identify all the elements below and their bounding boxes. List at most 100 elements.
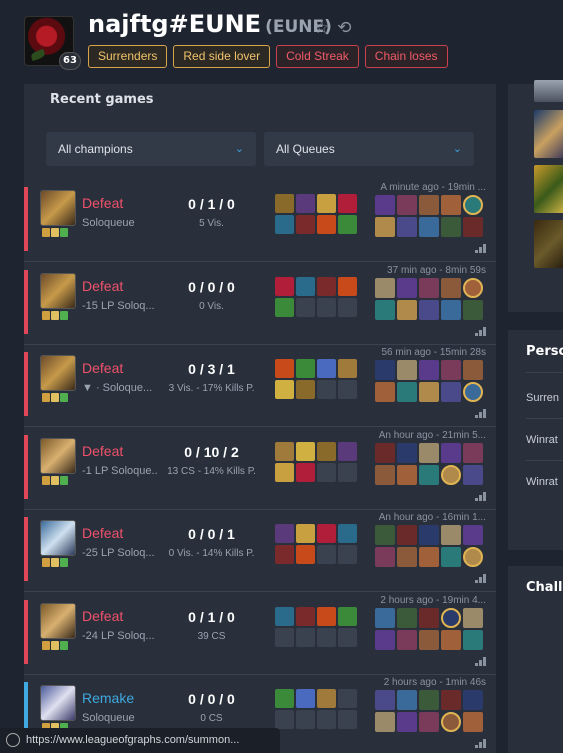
- item-slot[interactable]: [338, 627, 357, 647]
- participant-icon[interactable]: [441, 277, 461, 298]
- item-slot[interactable]: [317, 462, 336, 482]
- champion-filter-select[interactable]: All champions ⌄: [46, 132, 256, 166]
- participant-icon[interactable]: [419, 195, 439, 215]
- participant-icon[interactable]: [419, 442, 439, 463]
- participant-icon[interactable]: [419, 360, 439, 380]
- item-slot[interactable]: [275, 276, 294, 296]
- participant-icon[interactable]: [419, 299, 439, 320]
- participant-icon[interactable]: [375, 547, 395, 567]
- participant-icon[interactable]: [375, 525, 395, 545]
- item-slot[interactable]: [275, 462, 294, 482]
- champion-thumbnail[interactable]: [534, 80, 563, 102]
- queue-filter-select[interactable]: All Queues ⌄: [264, 132, 474, 166]
- participant-icon[interactable]: [375, 464, 395, 485]
- item-slot[interactable]: [296, 710, 315, 729]
- game-row[interactable]: Defeat ▼ · Soloque... 0 / 3 / 1 3 Vis. - 17…: [24, 345, 496, 427]
- star-icon[interactable]: ☆: [314, 18, 329, 38]
- item-slot[interactable]: [275, 297, 294, 317]
- item-slot[interactable]: [275, 359, 294, 378]
- participant-icon[interactable]: [463, 712, 483, 732]
- participant-icon[interactable]: [419, 547, 439, 567]
- participant-icon[interactable]: [375, 360, 395, 380]
- item-slot[interactable]: [275, 606, 294, 626]
- participant-icon[interactable]: [419, 277, 439, 298]
- participant-icon[interactable]: [397, 277, 417, 298]
- participant-icon[interactable]: [441, 299, 461, 320]
- participant-icon[interactable]: [419, 382, 439, 402]
- participant-icon[interactable]: [463, 690, 483, 710]
- item-slot[interactable]: [338, 194, 357, 213]
- champion-thumbnail[interactable]: [534, 220, 563, 268]
- participant-icon[interactable]: [441, 382, 461, 402]
- item-slot[interactable]: [338, 524, 357, 543]
- participant-icon[interactable]: [419, 629, 439, 650]
- item-slot[interactable]: [296, 297, 315, 317]
- participant-icon[interactable]: [463, 299, 483, 320]
- item-slot[interactable]: [296, 380, 315, 399]
- tag-badge[interactable]: Cold Streak: [276, 45, 359, 68]
- game-row[interactable]: Defeat -24 LP Soloq... 0 / 1 / 0 39 CS 2 hou…: [24, 593, 496, 675]
- participant-icon[interactable]: [441, 217, 461, 237]
- participant-icon[interactable]: [441, 195, 461, 215]
- participant-icon[interactable]: [463, 629, 483, 650]
- item-slot[interactable]: [296, 606, 315, 626]
- item-slot[interactable]: [338, 380, 357, 399]
- participant-icon[interactable]: [375, 442, 395, 463]
- participant-icon[interactable]: [397, 712, 417, 732]
- item-slot[interactable]: [338, 462, 357, 482]
- participant-icon[interactable]: [375, 277, 395, 298]
- participant-icon[interactable]: [463, 525, 483, 545]
- item-slot[interactable]: [317, 194, 336, 213]
- champion-avatar[interactable]: [40, 520, 76, 556]
- game-row[interactable]: Defeat -15 LP Soloq... 0 / 0 / 0 0 Vis. 37 m…: [24, 263, 496, 345]
- item-slot[interactable]: [296, 545, 315, 564]
- item-slot[interactable]: [317, 276, 336, 296]
- champion-avatar[interactable]: [40, 685, 76, 721]
- participant-icon[interactable]: [375, 690, 395, 710]
- game-row[interactable]: Defeat -1 LP Soloque... 0 / 10 / 2 13 CS - …: [24, 428, 496, 510]
- participant-icon[interactable]: [463, 195, 483, 215]
- participant-icon[interactable]: [441, 547, 461, 567]
- participant-icon[interactable]: [397, 217, 417, 237]
- participant-icon[interactable]: [419, 525, 439, 545]
- participant-icon[interactable]: [463, 442, 483, 463]
- item-slot[interactable]: [296, 359, 315, 378]
- participant-icon[interactable]: [397, 382, 417, 402]
- champion-avatar[interactable]: [40, 602, 76, 639]
- participant-icon[interactable]: [441, 525, 461, 545]
- participant-icon[interactable]: [441, 690, 461, 710]
- participant-icon[interactable]: [397, 525, 417, 545]
- participant-icon[interactable]: [397, 690, 417, 710]
- item-slot[interactable]: [296, 194, 315, 213]
- item-slot[interactable]: [275, 710, 294, 729]
- participant-icon[interactable]: [463, 382, 483, 402]
- champion-avatar[interactable]: [40, 190, 76, 226]
- item-slot[interactable]: [296, 215, 315, 234]
- item-slot[interactable]: [338, 276, 357, 296]
- participant-icon[interactable]: [397, 547, 417, 567]
- champion-avatar[interactable]: [40, 355, 76, 391]
- participant-icon[interactable]: [463, 277, 483, 298]
- participant-icon[interactable]: [441, 712, 461, 732]
- item-slot[interactable]: [296, 462, 315, 482]
- item-slot[interactable]: [275, 441, 294, 461]
- participant-icon[interactable]: [375, 607, 395, 628]
- game-row[interactable]: Defeat Soloqueue 0 / 1 / 0 5 Vis. A minute a…: [24, 180, 496, 262]
- participant-icon[interactable]: [375, 299, 395, 320]
- participant-icon[interactable]: [375, 217, 395, 237]
- item-slot[interactable]: [338, 359, 357, 378]
- participant-icon[interactable]: [463, 547, 483, 567]
- item-slot[interactable]: [338, 441, 357, 461]
- participant-icon[interactable]: [441, 360, 461, 380]
- item-slot[interactable]: [338, 606, 357, 626]
- item-slot[interactable]: [317, 606, 336, 626]
- item-slot[interactable]: [317, 380, 336, 399]
- champion-thumbnail[interactable]: [534, 165, 563, 213]
- item-slot[interactable]: [317, 627, 336, 647]
- participant-icon[interactable]: [441, 442, 461, 463]
- item-slot[interactable]: [317, 215, 336, 234]
- item-slot[interactable]: [275, 194, 294, 213]
- participant-icon[interactable]: [375, 382, 395, 402]
- item-slot[interactable]: [317, 441, 336, 461]
- participant-icon[interactable]: [397, 442, 417, 463]
